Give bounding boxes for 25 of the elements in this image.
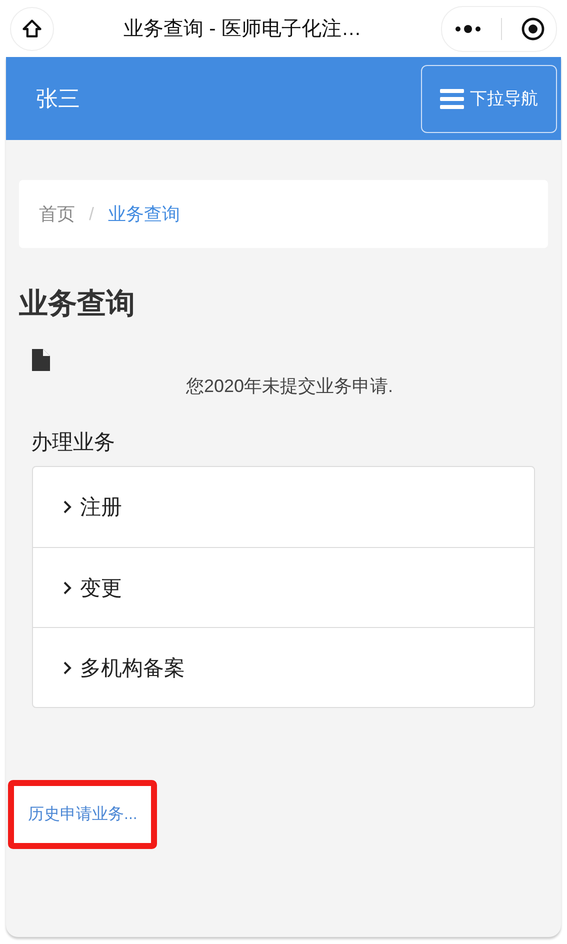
user-name: 张三: [36, 84, 80, 112]
chevron-icon: [63, 580, 72, 594]
notice-text: 您2020年未提交业务申请.: [186, 375, 394, 398]
breadcrumb-link[interactable]: 首页: [39, 202, 75, 226]
service-label: 多机构备案: [80, 656, 185, 682]
target-icon: [520, 16, 544, 40]
breadcrumb-link[interactable]: 业务查询: [108, 202, 180, 226]
service-label: 注册: [80, 495, 122, 521]
home-button[interactable]: [10, 6, 54, 50]
nav-menu-button[interactable]: 下拉导航: [421, 64, 557, 132]
service-item[interactable]: 多机构备案: [33, 627, 534, 707]
menu-icon: [440, 88, 464, 108]
breadcrumb-separator: /: [89, 204, 94, 224]
chevron-icon: [63, 660, 72, 674]
service-item[interactable]: 注册: [33, 467, 534, 547]
more-icon: [454, 24, 482, 34]
service-label: 变更: [80, 576, 122, 602]
home-icon: [21, 18, 43, 40]
page-title: 业务查询: [19, 287, 136, 322]
history-link[interactable]: 历史申请业务...: [28, 806, 138, 823]
service-item[interactable]: 变更: [33, 547, 534, 627]
chevron-icon: [63, 500, 72, 514]
section-title: 办理业务: [31, 430, 116, 456]
window-title: 业务查询 - 医师电子化注…: [122, 17, 362, 42]
document-icon: [31, 348, 51, 372]
